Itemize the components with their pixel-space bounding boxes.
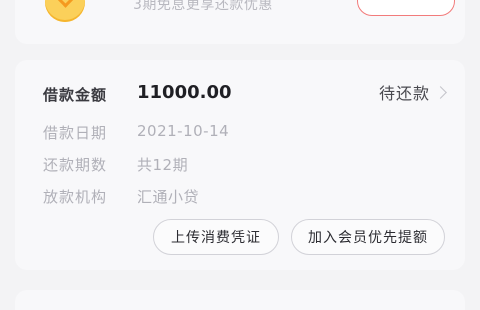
amount-value: 11000.00 bbox=[137, 82, 232, 103]
loan-card[interactable]: 借款金额 11000.00 待还款 借款日期 2021-10-14 还款期数 共… bbox=[15, 60, 465, 270]
next-card-edge bbox=[15, 290, 465, 310]
term-row: 还款期数 共12期 bbox=[43, 154, 188, 175]
date-row: 借款日期 2021-10-14 bbox=[43, 122, 229, 143]
status-link[interactable]: 待还款 bbox=[378, 80, 447, 104]
upload-receipt-button[interactable]: 上传消费凭证 bbox=[153, 219, 279, 255]
status-text: 待还款 bbox=[378, 84, 430, 103]
chevron-right-icon bbox=[434, 86, 447, 99]
promo-action-button[interactable] bbox=[357, 0, 455, 16]
term-value: 共12期 bbox=[137, 156, 189, 174]
coin-icon bbox=[45, 0, 85, 22]
lender-row: 放款机构 汇通小贷 bbox=[43, 186, 199, 207]
lender-value: 汇通小贷 bbox=[137, 188, 200, 206]
amount-label: 借款金额 bbox=[43, 86, 108, 104]
join-member-button[interactable]: 加入会员优先提额 bbox=[291, 219, 445, 255]
lender-label: 放款机构 bbox=[43, 188, 108, 206]
promo-card: 3期免息更享还款优惠 bbox=[15, 0, 465, 44]
date-label: 借款日期 bbox=[43, 124, 108, 142]
date-value: 2021-10-14 bbox=[137, 122, 230, 140]
term-label: 还款期数 bbox=[43, 156, 108, 174]
promo-text: 3期免息更享还款优惠 bbox=[133, 0, 273, 13]
amount-row: 借款金额 11000.00 bbox=[43, 82, 232, 105]
